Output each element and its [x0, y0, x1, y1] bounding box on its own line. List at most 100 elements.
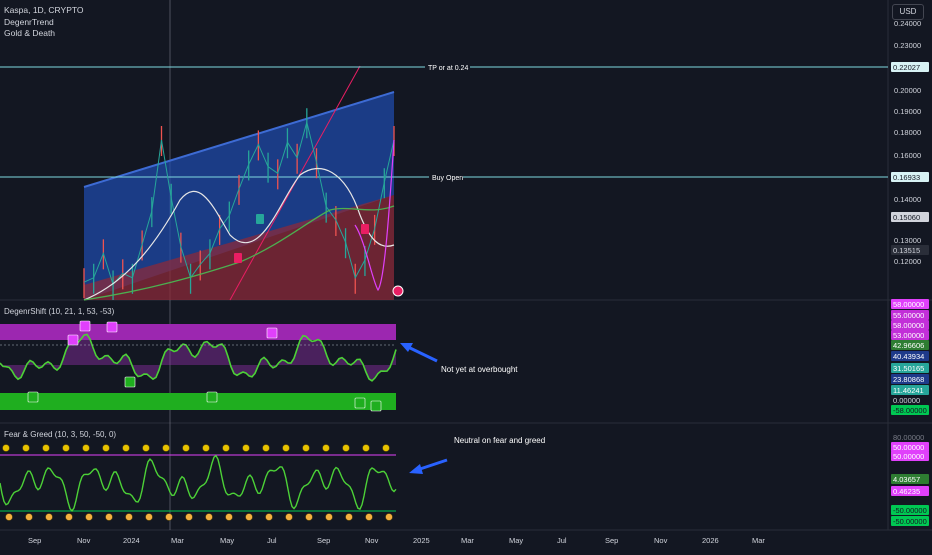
fear-greed-badge: 4.03657 [893, 475, 920, 484]
degen-signal-marker [206, 391, 218, 403]
greed-emoji-marker [242, 444, 250, 452]
fear-emoji-marker [85, 513, 93, 521]
hline-price-badge: 0.22027 [893, 63, 920, 72]
greed-emoji-marker [322, 444, 330, 452]
greed-emoji-marker [282, 444, 290, 452]
time-axis-label: May [220, 536, 234, 545]
greed-emoji-marker [182, 444, 190, 452]
price-tick-label: 0.12000 [894, 257, 921, 266]
time-axis-label: May [509, 536, 523, 545]
fear-greed-note: Neutral on fear and greed [454, 436, 546, 445]
fear-emoji-marker [145, 513, 153, 521]
signal-marker [256, 214, 264, 224]
fear-emoji-marker [185, 513, 193, 521]
hline-price-badge: 0.16933 [893, 173, 920, 182]
price-tick-label: 0.23000 [894, 41, 921, 50]
price-tick-label: 0.14000 [894, 195, 921, 204]
greed-emoji-marker [82, 444, 90, 452]
fear-greed-badge: -50.00000 [893, 517, 927, 526]
fear-greed-badge: -50.00000 [893, 506, 927, 515]
time-axis-label: Jul [267, 536, 277, 545]
annotation-arrowhead [409, 464, 423, 474]
fear-greed-badge: 80.00000 [893, 433, 924, 442]
hline-label: TP or at 0.24 [428, 65, 468, 72]
time-axis-label: Sep [28, 536, 41, 545]
fear-emoji-marker [305, 513, 313, 521]
degen-signal-marker [370, 400, 382, 412]
indicator-gold-death-label: Gold & Death [4, 28, 56, 38]
greed-emoji-marker [262, 444, 270, 452]
greed-emoji-marker [222, 444, 230, 452]
degen-signal-marker [67, 334, 79, 346]
chart-svg[interactable]: 0.240000.230000.210000.200000.190000.180… [0, 0, 932, 550]
fear-greed-badge: 50.00000 [893, 443, 924, 452]
time-axis-label: Sep [605, 536, 618, 545]
degen-badge: 0.00000 [893, 396, 920, 405]
overbought-note: Not yet at overbought [441, 365, 518, 374]
time-axis-label: Mar [461, 536, 474, 545]
degen-badge: 31.50165 [893, 364, 924, 373]
hline-label: Buy Open [432, 175, 463, 182]
fear-greed-badge: 0.46235 [893, 487, 920, 496]
time-axis-label: 2024 [123, 536, 140, 545]
fear-emoji-marker [105, 513, 113, 521]
indicator-degenrtrend-label: DegenrTrend [4, 17, 54, 27]
symbol-title: Kaspa, 1D, CRYPTO [4, 5, 84, 15]
annotation-arrow [419, 458, 448, 471]
price-badge: 0.13515 [893, 246, 920, 255]
fear-emoji-marker [165, 513, 173, 521]
degen-badge: 40.43934 [893, 352, 924, 361]
time-axis-label: Mar [171, 536, 184, 545]
degen-badge: 53.00000 [893, 331, 924, 340]
degen-signal-marker [266, 327, 278, 339]
price-tick-label: 0.18000 [894, 128, 921, 137]
degen-signal-marker [106, 321, 118, 333]
degenrshift-title: DegenrShift (10, 21, 1, 53, -53) [4, 307, 115, 316]
degen-badge: 58.00000 [893, 321, 924, 330]
fear-emoji-marker [285, 513, 293, 521]
degen-signal-marker [124, 376, 136, 388]
fear-emoji-marker [205, 513, 213, 521]
greed-emoji-marker [202, 444, 210, 452]
price-badge: 0.15060 [893, 213, 920, 222]
fear-emoji-marker [25, 513, 33, 521]
degen-signal-marker [27, 391, 39, 403]
oversold-zone [0, 393, 396, 410]
time-axis-label: Nov [77, 536, 91, 545]
time-axis-label: Jul [557, 536, 567, 545]
fear-emoji-marker [245, 513, 253, 521]
position-marker [392, 285, 404, 297]
fear-emoji-marker [45, 513, 53, 521]
greed-emoji-marker [162, 444, 170, 452]
signal-marker [234, 253, 242, 263]
price-tick-label: 0.13000 [894, 236, 921, 245]
greed-emoji-marker [122, 444, 130, 452]
price-tick-label: 0.16000 [894, 151, 921, 160]
chart-stage[interactable]: 0.240000.230000.210000.200000.190000.180… [0, 0, 932, 550]
fear-emoji-marker [5, 513, 13, 521]
greed-emoji-marker [382, 444, 390, 452]
time-axis-label: 2026 [702, 536, 719, 545]
fear-emoji-marker [345, 513, 353, 521]
greed-emoji-marker [362, 444, 370, 452]
greed-emoji-marker [62, 444, 70, 452]
degen-area [0, 334, 396, 381]
annotation-arrow [407, 345, 438, 363]
time-axis-label: Nov [365, 536, 379, 545]
degen-badge: 58.00000 [893, 300, 924, 309]
greed-emoji-marker [22, 444, 30, 452]
degen-signal-marker [354, 397, 366, 409]
overbought-zone [0, 324, 396, 340]
fear-emoji-marker [125, 513, 133, 521]
degen-badge: 11.46241 [893, 386, 924, 395]
degen-badge: 42.96606 [893, 341, 924, 350]
price-tick-label: 0.24000 [894, 19, 921, 28]
currency-button[interactable]: USD [892, 4, 924, 20]
fear-greed-title: Fear & Greed (10, 3, 50, -50, 0) [4, 430, 117, 439]
fear-emoji-marker [325, 513, 333, 521]
degen-badge: 55.00000 [893, 311, 924, 320]
time-axis-label: Mar [752, 536, 765, 545]
degen-signal-marker [79, 320, 91, 332]
greed-emoji-marker [342, 444, 350, 452]
fear-emoji-marker [65, 513, 73, 521]
